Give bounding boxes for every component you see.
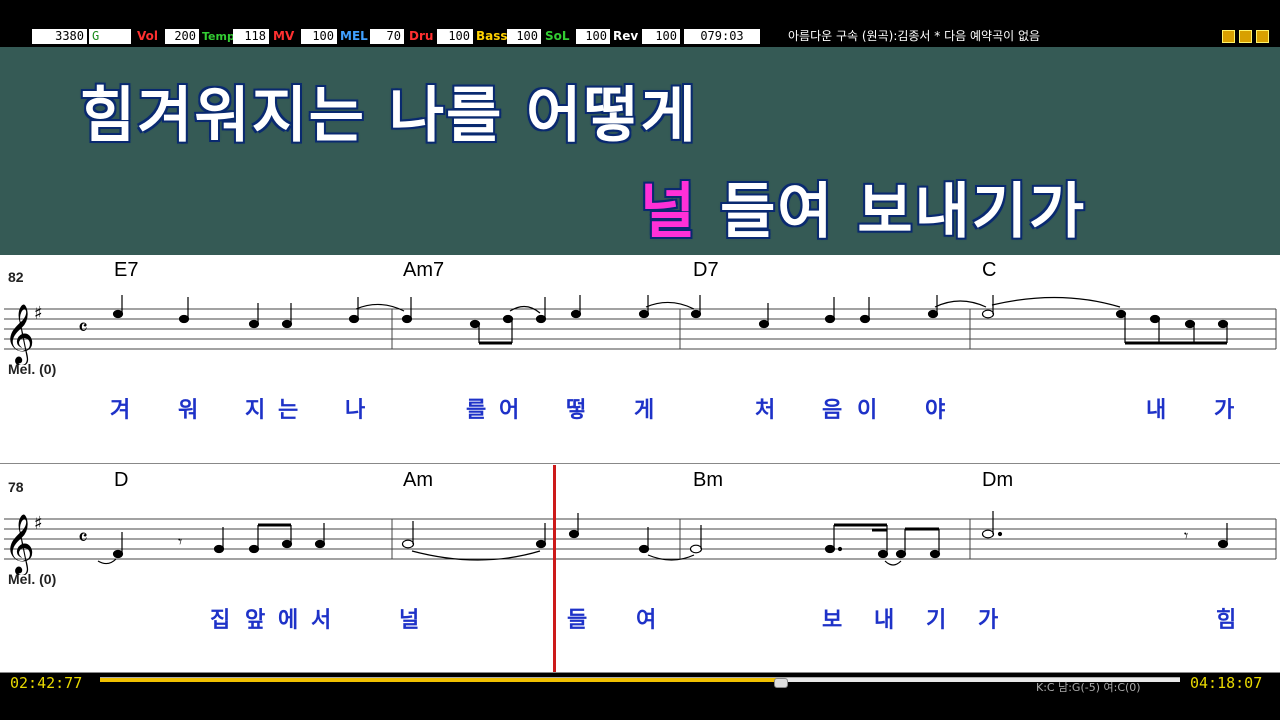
lyric-syllable: 야	[925, 398, 946, 423]
lyric-syllable: 널	[399, 608, 420, 633]
lyric-syllable: 나	[345, 398, 366, 423]
chord-label: E7	[114, 259, 139, 281]
sol-value: 100	[576, 29, 610, 44]
sharp-icon: ♯	[34, 303, 43, 324]
chord-label: Bm	[693, 469, 723, 491]
mel-value: 70	[370, 29, 404, 44]
lyric-syllable: 가	[978, 608, 999, 633]
mel-label: MEL	[340, 29, 368, 43]
song-number: 3380	[32, 29, 87, 44]
staff-system-1: 82 E7 Am7 D7 C 𝄞 ♯ 𝄴 Mel. (0) 겨 워 지 는 나 …	[0, 255, 1280, 464]
lyric-syllable: 이	[857, 398, 878, 423]
svg-text:𝄾: 𝄾	[178, 532, 182, 551]
key-info: K:C 남:G(-5) 여:C(0)	[1036, 681, 1141, 694]
progress-fill	[100, 678, 780, 682]
lyric-line-2: 널 들여 보내기가	[640, 163, 1086, 250]
lyric-syllable: 워	[178, 398, 199, 423]
progress-knob[interactable]	[774, 678, 788, 688]
chord-label: D7	[693, 259, 719, 281]
measure-number: 78	[8, 479, 24, 495]
chord-label: Am7	[403, 259, 445, 281]
playback-bar: 02:42:77 K:C 남:G(-5) 여:C(0) 04:18:07	[0, 673, 1280, 694]
staff: 𝄞 ♯ 𝄴	[4, 295, 1277, 365]
lyric-syllable: 음	[822, 398, 843, 423]
lyric-syllable: 가	[1214, 398, 1235, 423]
vol-label: Vol	[137, 29, 158, 43]
time-value: 079:03	[684, 29, 760, 44]
lyric-syllable: 지	[245, 398, 266, 423]
bass-label: Bass	[476, 29, 508, 43]
key-value: G	[89, 29, 131, 44]
dru-label: Dru	[409, 29, 434, 43]
lyric-syllable: 에	[278, 608, 299, 633]
rev-label: Rev	[613, 29, 639, 43]
melody-label: Mel. (0)	[8, 571, 57, 587]
close-icon[interactable]	[1256, 30, 1269, 43]
chord-label: Dm	[982, 469, 1014, 491]
dru-value: 100	[437, 29, 473, 44]
playback-cursor	[553, 465, 556, 673]
lyric-syllable: 겨	[110, 398, 131, 423]
staff: 𝄞 ♯ 𝄴 𝄾 𝄾	[4, 511, 1277, 575]
lyric-line-1: 힘겨워지는 나를 어떻게	[80, 81, 698, 151]
minimize-icon[interactable]	[1222, 30, 1235, 43]
chord-label: D	[114, 469, 129, 491]
measure-number: 82	[8, 269, 24, 285]
lyric-syllable: 힘	[1216, 608, 1237, 633]
mv-label: MV	[273, 29, 295, 43]
system-divider	[0, 463, 1280, 464]
lyric-syllable: 기	[926, 608, 947, 633]
no-label: No.	[4, 29, 27, 43]
maximize-icon[interactable]	[1239, 30, 1252, 43]
treble-clef-icon: 𝄞	[4, 304, 35, 365]
lyric-syllable: 게	[634, 398, 655, 423]
common-time-icon: 𝄴	[78, 526, 88, 551]
status-bar: No. 3380 G Vol 200 Temp 118 MV 100 MEL 7…	[0, 26, 1280, 47]
lyric-syllable: 내	[874, 608, 895, 633]
lyric-highlight: 널	[640, 177, 698, 247]
sheet-music: 82 E7 Am7 D7 C 𝄞 ♯ 𝄴 Mel. (0) 겨 워 지 는 나 …	[0, 255, 1280, 673]
lyric-syllable: 앞	[245, 608, 266, 633]
melody-label: Mel. (0)	[8, 361, 57, 377]
chord-label: C	[982, 259, 997, 281]
progress-track[interactable]	[100, 677, 1180, 688]
lyric-syllable: 처	[755, 398, 776, 423]
lyric-line-2-rest: 들여 보내기가	[697, 177, 1087, 247]
elapsed-time: 02:42:77	[10, 674, 83, 692]
lyric-syllable: 어	[499, 398, 520, 423]
chord-label: Am	[403, 469, 433, 491]
lyric-syllable: 떻	[566, 398, 587, 423]
lyrics-display: 힘겨워지는 나를 어떻게 널 들여 보내기가	[0, 47, 1280, 255]
sol-label: SoL	[545, 29, 570, 43]
bass-value: 100	[507, 29, 541, 44]
lyric-syllable: 집	[210, 608, 231, 633]
temp-value: 118	[233, 29, 269, 44]
lyric-syllable: 들	[567, 608, 588, 633]
sharp-icon: ♯	[34, 513, 43, 534]
notes: 𝄾 𝄾	[112, 511, 1229, 559]
lyric-syllable: 는	[278, 398, 299, 423]
lyric-syllable: 서	[311, 608, 332, 633]
staff-system-2: 78 D Am Bm Dm 𝄞 ♯ 𝄴 𝄾 𝄾 Mel. (0) 집 앞 에 서…	[0, 465, 1280, 674]
vol-value: 200	[165, 29, 199, 44]
common-time-icon: 𝄴	[78, 316, 88, 341]
lyric-syllable: 여	[636, 608, 657, 633]
temp-label: Temp	[202, 30, 235, 43]
mv-value: 100	[301, 29, 337, 44]
total-time: 04:18:07	[1190, 674, 1263, 692]
lyric-syllable: 내	[1146, 398, 1167, 423]
svg-text:𝄾: 𝄾	[1184, 526, 1188, 545]
rev-value: 100	[642, 29, 680, 44]
treble-clef-icon: 𝄞	[4, 514, 35, 575]
lyric-syllable: 보	[822, 608, 843, 633]
song-info: 아름다운 구속 (원곡):김종서 * 다음 예약곡이 없음	[788, 29, 1041, 43]
lyric-syllable: 를	[466, 398, 487, 423]
